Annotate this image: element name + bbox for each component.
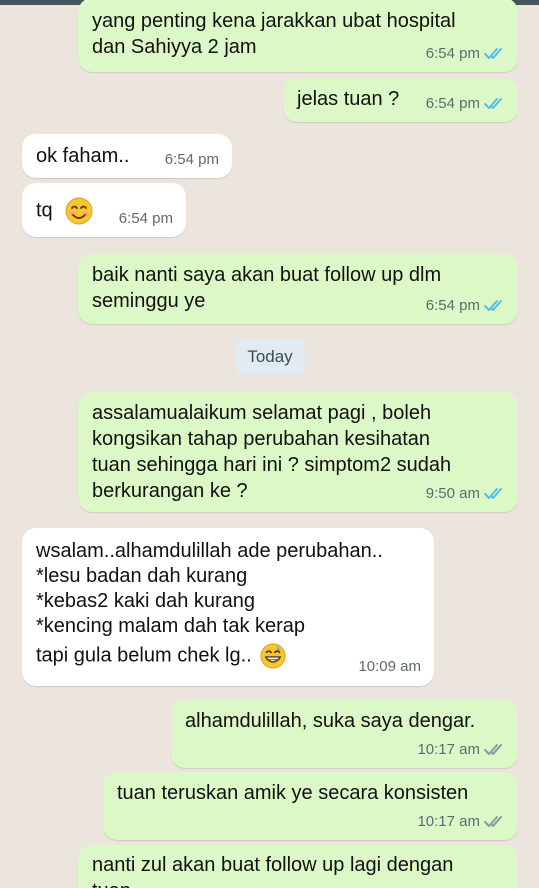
- message-text: assalamualaikum selamat pagi , boleh: [92, 402, 432, 424]
- message-meta: 6:54 pm: [119, 206, 173, 232]
- double-check-icon: [484, 744, 502, 755]
- double-check-icon: [484, 98, 502, 109]
- message-text: yang penting kena jarakkan ubat hospital: [92, 10, 456, 32]
- message-outgoing[interactable]: baik nanti saya akan buat follow up dlm …: [78, 254, 518, 324]
- message-outgoing[interactable]: alhamdulillah, suka saya dengar. 10:17 a…: [171, 700, 518, 768]
- message-outgoing[interactable]: yang penting kena jarakkan ubat hospital…: [78, 0, 518, 72]
- message-text: tapi gula belum chek lg..: [36, 642, 287, 670]
- message-text: wsalam..alhamdulillah ade perubahan..: [36, 540, 383, 562]
- double-check-icon: [484, 300, 502, 311]
- message-time: 6:54 pm: [118, 210, 173, 227]
- message-text: dan Sahiyya 2 jam: [92, 36, 257, 58]
- message-text: *kencing malam dah tak kerap: [36, 615, 306, 637]
- message-outgoing[interactable]: assalamualaikum selamat pagi , boleh kon…: [78, 392, 518, 512]
- message-time: 6:54 pm: [164, 151, 219, 168]
- message-text: berkurangan ke ?: [92, 480, 248, 502]
- message-time: 10:09 am: [358, 658, 421, 675]
- message-meta: 10:17 am: [417, 737, 506, 763]
- message-text: kongsikan tahap perubahan kesihatan: [92, 428, 431, 450]
- message-outgoing[interactable]: tuan teruskan amik ye secara konsisten 1…: [103, 772, 518, 840]
- message-text: tuan: [92, 878, 131, 888]
- double-check-icon: [484, 48, 502, 59]
- message-text: baik nanti saya akan buat follow up dlm: [92, 264, 442, 286]
- message-text: tq: [36, 196, 94, 226]
- message-text: nanti zul akan buat follow up lagi denga…: [92, 854, 454, 876]
- message-time: 6:54 pm: [425, 95, 480, 112]
- message-text: tuan sehingga hari ini ? simptom2 sudah: [92, 454, 452, 476]
- message-meta: 6:54 pm: [426, 293, 506, 319]
- message-text: alhamdulillah, suka saya dengar.: [185, 710, 476, 732]
- message-time: 6:54 pm: [425, 45, 480, 62]
- message-outgoing[interactable]: jelas tuan ? 6:54 pm: [283, 78, 518, 122]
- smiling-face-emoji: [65, 197, 93, 225]
- date-separator: Today: [235, 340, 305, 374]
- message-meta: 6:54 pm: [426, 41, 506, 67]
- message-incoming[interactable]: ok faham.. 6:54 pm: [22, 134, 232, 178]
- double-check-icon: [484, 816, 502, 827]
- double-check-icon: [484, 488, 502, 499]
- message-meta: 6:54 pm: [165, 147, 219, 173]
- message-outgoing[interactable]: nanti zul akan buat follow up lagi denga…: [78, 845, 518, 888]
- message-meta: 6:54 pm: [426, 91, 506, 117]
- message-time: 9:50 am: [425, 485, 480, 502]
- message-text: ok faham..: [36, 145, 130, 167]
- message-text: *lesu badan dah kurang: [36, 565, 248, 587]
- message-time: 10:17 am: [417, 741, 480, 758]
- message-time: 10:17 am: [417, 813, 480, 830]
- message-time: 6:54 pm: [425, 297, 480, 314]
- message-text-content: tq: [36, 199, 53, 222]
- message-text-content: tapi gula belum chek lg..: [36, 644, 252, 667]
- grinning-sweat-emoji: [260, 643, 286, 669]
- message-text: jelas tuan ?: [297, 88, 400, 110]
- message-incoming[interactable]: wsalam..alhamdulillah ade perubahan.. *l…: [22, 528, 434, 686]
- message-meta: 9:50 am: [426, 481, 506, 507]
- message-meta: 10:09 am: [358, 654, 421, 680]
- message-incoming[interactable]: tq 6:54 pm: [22, 183, 186, 237]
- message-text: *kebas2 kaki dah kurang: [36, 590, 256, 612]
- message-meta: 10:17 am: [417, 809, 506, 835]
- message-text: seminggu ye: [92, 290, 206, 312]
- message-text: tuan teruskan amik ye secara konsisten: [117, 782, 469, 804]
